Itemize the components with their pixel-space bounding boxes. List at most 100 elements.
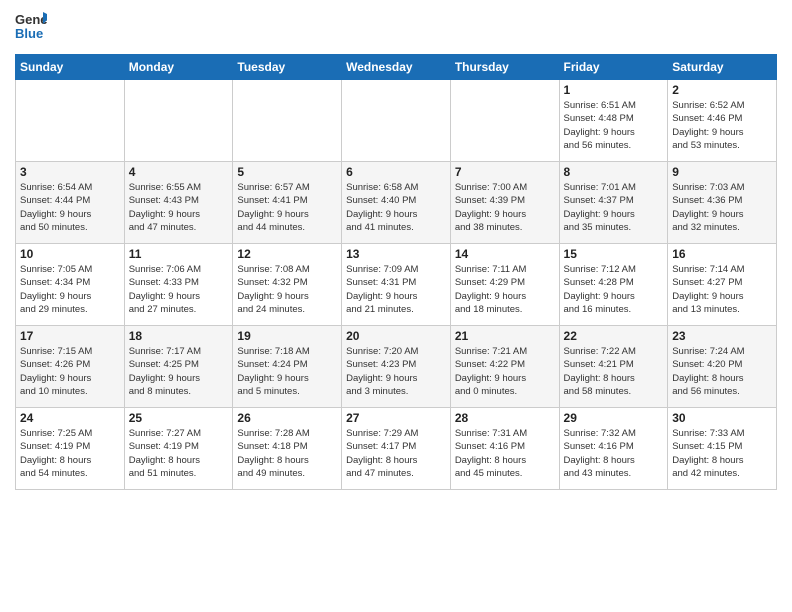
calendar-day-cell: 25 Sunrise: 7:27 AMSunset: 4:19 PMDayligh… [124, 408, 233, 490]
day-number: 15 [564, 247, 664, 261]
day-number: 1 [564, 83, 664, 97]
day-info: Sunrise: 6:57 AMSunset: 4:41 PMDaylight:… [237, 181, 337, 234]
day-number: 10 [20, 247, 120, 261]
calendar-day-cell: 2Sunrise: 6:52 AMSunset: 4:46 PMDaylight… [668, 80, 777, 162]
calendar-day-cell: 11 Sunrise: 7:06 AMSunset: 4:33 PMDayligh… [124, 244, 233, 326]
day-info: Sunrise: 7:32 AMSunset: 4:16 PMDaylight:… [564, 427, 664, 480]
calendar-day-cell [124, 80, 233, 162]
day-info: Sunrise: 7:25 AMSunset: 4:19 PMDaylight:… [20, 427, 120, 480]
day-info: Sunrise: 6:55 AMSunset: 4:43 PMDaylight:… [129, 181, 229, 234]
day-info: Sunrise: 7:18 AMSunset: 4:24 PMDaylight:… [237, 345, 337, 398]
day-number: 20 [346, 329, 446, 343]
day-info: Sunrise: 7:24 AMSunset: 4:20 PMDaylight:… [672, 345, 772, 398]
day-info: Sunrise: 7:27 AMSunset: 4:19 PMDaylight:… [129, 427, 229, 480]
day-number: 6 [346, 165, 446, 179]
day-info: Sunrise: 6:54 AMSunset: 4:44 PMDaylight:… [20, 181, 120, 234]
day-info: Sunrise: 7:08 AMSunset: 4:32 PMDaylight:… [237, 263, 337, 316]
calendar-week-row: 17 Sunrise: 7:15 AMSunset: 4:26 PMDayligh… [16, 326, 777, 408]
day-info: Sunrise: 7:33 AMSunset: 4:15 PMDaylight:… [672, 427, 772, 480]
day-of-week-header: Friday [559, 55, 668, 80]
day-of-week-header: Wednesday [342, 55, 451, 80]
calendar-day-cell: 18 Sunrise: 7:17 AMSunset: 4:25 PMDayligh… [124, 326, 233, 408]
day-number: 27 [346, 411, 446, 425]
svg-text:General: General [15, 12, 47, 27]
day-number: 23 [672, 329, 772, 343]
day-number: 5 [237, 165, 337, 179]
day-info: Sunrise: 7:17 AMSunset: 4:25 PMDaylight:… [129, 345, 229, 398]
day-number: 14 [455, 247, 555, 261]
logo-bird-icon: General Blue [15, 10, 47, 46]
day-number: 3 [20, 165, 120, 179]
calendar-day-cell: 26Sunrise: 7:28 AMSunset: 4:18 PMDayligh… [233, 408, 342, 490]
day-of-week-header: Tuesday [233, 55, 342, 80]
calendar-day-cell [342, 80, 451, 162]
calendar-day-cell: 17 Sunrise: 7:15 AMSunset: 4:26 PMDayligh… [16, 326, 125, 408]
day-number: 28 [455, 411, 555, 425]
day-info: Sunrise: 7:06 AMSunset: 4:33 PMDaylight:… [129, 263, 229, 316]
calendar-day-cell: 12 Sunrise: 7:08 AMSunset: 4:32 PMDayligh… [233, 244, 342, 326]
calendar-day-cell: 10 Sunrise: 7:05 AMSunset: 4:34 PMDayligh… [16, 244, 125, 326]
calendar-day-cell: 13 Sunrise: 7:09 AMSunset: 4:31 PMDayligh… [342, 244, 451, 326]
day-number: 7 [455, 165, 555, 179]
calendar-body: 1 Sunrise: 6:51 AMSunset: 4:48 PMDaylight… [16, 80, 777, 490]
calendar-day-cell: 7 Sunrise: 7:00 AMSunset: 4:39 PMDaylight… [450, 162, 559, 244]
day-info: Sunrise: 7:09 AMSunset: 4:31 PMDaylight:… [346, 263, 446, 316]
calendar-day-cell: 19Sunrise: 7:18 AMSunset: 4:24 PMDayligh… [233, 326, 342, 408]
logo-inner: General Blue [15, 10, 47, 46]
calendar-week-row: 10 Sunrise: 7:05 AMSunset: 4:34 PMDayligh… [16, 244, 777, 326]
calendar-day-cell: 27 Sunrise: 7:29 AMSunset: 4:17 PMDayligh… [342, 408, 451, 490]
day-info: Sunrise: 7:11 AMSunset: 4:29 PMDaylight:… [455, 263, 555, 316]
day-number: 11 [129, 247, 229, 261]
day-info: Sunrise: 7:21 AMSunset: 4:22 PMDaylight:… [455, 345, 555, 398]
day-number: 4 [129, 165, 229, 179]
day-info: Sunrise: 7:15 AMSunset: 4:26 PMDaylight:… [20, 345, 120, 398]
day-number: 22 [564, 329, 664, 343]
calendar-day-cell: 24 Sunrise: 7:25 AMSunset: 4:19 PMDayligh… [16, 408, 125, 490]
day-info: Sunrise: 6:52 AMSunset: 4:46 PMDaylight:… [672, 99, 772, 152]
day-number: 24 [20, 411, 120, 425]
day-info: Sunrise: 6:51 AMSunset: 4:48 PMDaylight:… [564, 99, 664, 152]
day-of-week-header: Thursday [450, 55, 559, 80]
day-of-week-header: Saturday [668, 55, 777, 80]
calendar-day-cell: 1 Sunrise: 6:51 AMSunset: 4:48 PMDaylight… [559, 80, 668, 162]
day-info: Sunrise: 7:03 AMSunset: 4:36 PMDaylight:… [672, 181, 772, 234]
calendar-table: SundayMondayTuesdayWednesdayThursdayFrid… [15, 54, 777, 490]
day-info: Sunrise: 7:00 AMSunset: 4:39 PMDaylight:… [455, 181, 555, 234]
day-number: 18 [129, 329, 229, 343]
day-number: 29 [564, 411, 664, 425]
svg-text:Blue: Blue [15, 26, 43, 41]
day-info: Sunrise: 7:01 AMSunset: 4:37 PMDaylight:… [564, 181, 664, 234]
calendar-day-cell: 28 Sunrise: 7:31 AMSunset: 4:16 PMDayligh… [450, 408, 559, 490]
day-number: 16 [672, 247, 772, 261]
calendar-week-row: 3 Sunrise: 6:54 AMSunset: 4:44 PMDaylight… [16, 162, 777, 244]
day-info: Sunrise: 7:12 AMSunset: 4:28 PMDaylight:… [564, 263, 664, 316]
day-number: 13 [346, 247, 446, 261]
day-info: Sunrise: 7:28 AMSunset: 4:18 PMDaylight:… [237, 427, 337, 480]
day-info: Sunrise: 7:05 AMSunset: 4:34 PMDaylight:… [20, 263, 120, 316]
day-of-week-header: Sunday [16, 55, 125, 80]
calendar-day-cell: 23 Sunrise: 7:24 AMSunset: 4:20 PMDayligh… [668, 326, 777, 408]
day-info: Sunrise: 7:29 AMSunset: 4:17 PMDaylight:… [346, 427, 446, 480]
calendar-day-cell: 16Sunrise: 7:14 AMSunset: 4:27 PMDayligh… [668, 244, 777, 326]
calendar-day-cell: 30 Sunrise: 7:33 AMSunset: 4:15 PMDayligh… [668, 408, 777, 490]
calendar-week-row: 24 Sunrise: 7:25 AMSunset: 4:19 PMDayligh… [16, 408, 777, 490]
calendar-day-cell [450, 80, 559, 162]
day-number: 21 [455, 329, 555, 343]
day-info: Sunrise: 6:58 AMSunset: 4:40 PMDaylight:… [346, 181, 446, 234]
calendar-day-cell: 8 Sunrise: 7:01 AMSunset: 4:37 PMDaylight… [559, 162, 668, 244]
day-number: 17 [20, 329, 120, 343]
calendar-day-cell: 6 Sunrise: 6:58 AMSunset: 4:40 PMDaylight… [342, 162, 451, 244]
calendar-day-cell [233, 80, 342, 162]
calendar-week-row: 1 Sunrise: 6:51 AMSunset: 4:48 PMDaylight… [16, 80, 777, 162]
day-number: 30 [672, 411, 772, 425]
calendar-day-cell: 22 Sunrise: 7:22 AMSunset: 4:21 PMDayligh… [559, 326, 668, 408]
calendar-day-cell: 9Sunrise: 7:03 AMSunset: 4:36 PMDaylight… [668, 162, 777, 244]
calendar-day-cell: 14 Sunrise: 7:11 AMSunset: 4:29 PMDayligh… [450, 244, 559, 326]
day-number: 8 [564, 165, 664, 179]
day-info: Sunrise: 7:20 AMSunset: 4:23 PMDaylight:… [346, 345, 446, 398]
day-info: Sunrise: 7:22 AMSunset: 4:21 PMDaylight:… [564, 345, 664, 398]
day-info: Sunrise: 7:31 AMSunset: 4:16 PMDaylight:… [455, 427, 555, 480]
day-number: 25 [129, 411, 229, 425]
day-number: 12 [237, 247, 337, 261]
calendar-header-row: SundayMondayTuesdayWednesdayThursdayFrid… [16, 55, 777, 80]
